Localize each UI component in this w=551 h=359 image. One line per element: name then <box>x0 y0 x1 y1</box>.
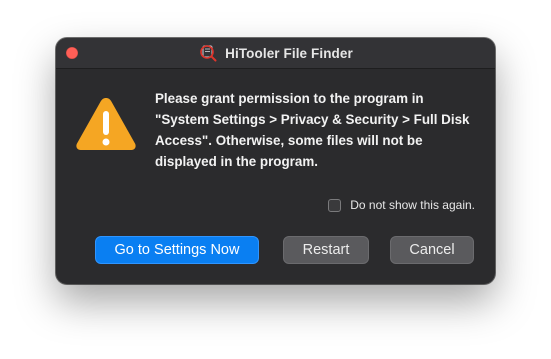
restart-button[interactable]: Restart <box>283 236 369 264</box>
warning-icon <box>74 95 138 153</box>
title-group: HiTooler File Finder <box>56 38 495 68</box>
dont-show-again-row[interactable]: Do not show this again. <box>328 198 475 212</box>
dialog-window: HiTooler File Finder Please grant permis… <box>56 38 495 284</box>
go-to-settings-button[interactable]: Go to Settings Now <box>95 236 259 264</box>
dont-show-again-checkbox[interactable] <box>328 198 342 212</box>
dialog-message: Please grant permission to the program i… <box>155 91 470 169</box>
window-title: HiTooler File Finder <box>225 45 353 61</box>
title-bar[interactable]: HiTooler File Finder <box>56 38 495 69</box>
cancel-button[interactable]: Cancel <box>390 236 474 264</box>
app-icon <box>198 43 218 63</box>
dont-show-again-label[interactable]: Do not show this again. <box>350 198 475 212</box>
